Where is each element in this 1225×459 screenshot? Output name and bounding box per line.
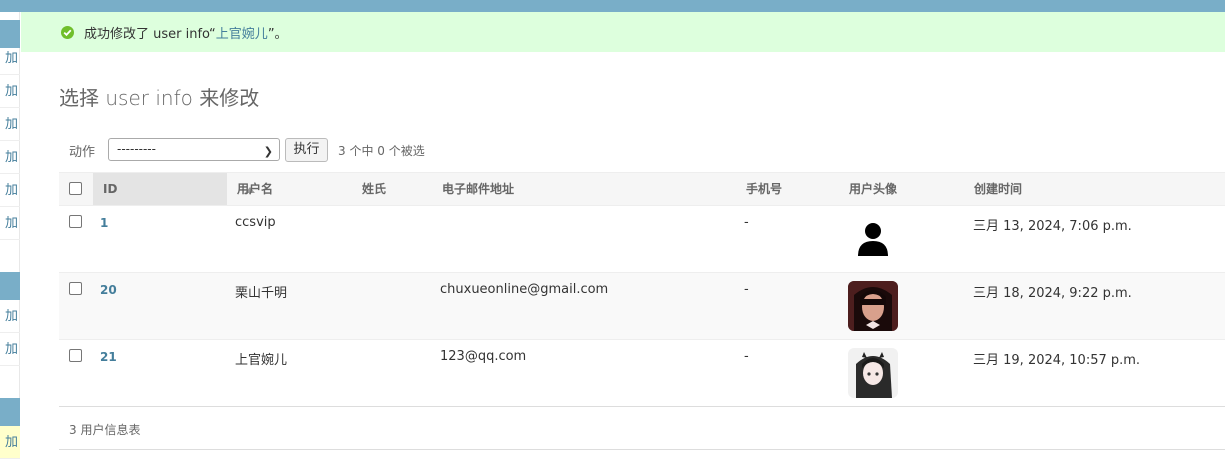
row-id-link[interactable]: 1 bbox=[100, 216, 108, 230]
created-cell: 三月 19, 2024, 10:57 p.m. bbox=[973, 353, 1141, 368]
go-button[interactable]: 执行 bbox=[285, 138, 328, 162]
table-row: 20 栗山千明 chuxueonline@gmail.com - 三月 18, … bbox=[59, 273, 1225, 340]
check-circle-icon bbox=[61, 26, 74, 39]
sidebar-add-link[interactable]: 加 bbox=[0, 174, 20, 207]
actions-bar: 动作 --------- ❯ 执行 3 个中 0 个被选 bbox=[59, 133, 1225, 167]
created-cell: 三月 18, 2024, 9:22 p.m. bbox=[973, 286, 1132, 301]
action-select[interactable]: --------- ❯ bbox=[108, 138, 280, 161]
column-header-phone[interactable]: 手机号 bbox=[746, 173, 782, 205]
phone-cell: - bbox=[744, 282, 749, 297]
table-header: ID 用户名 姓氏 电子邮件地址 手机号 用户头像 创建时间 bbox=[59, 172, 1225, 206]
chevron-down-icon: ❯ bbox=[263, 145, 273, 158]
email-cell: chuxueonline@gmail.com bbox=[440, 282, 609, 297]
email-cell: 123@qq.com bbox=[440, 349, 527, 364]
row-checkbox[interactable] bbox=[69, 282, 82, 295]
success-message-text: 成功修改了 user info“上官婉儿”。 bbox=[84, 27, 288, 42]
sidebar-add-link[interactable]: 加 bbox=[0, 300, 20, 333]
paginator-row: 3 用户信息表 bbox=[59, 406, 1225, 450]
person-silhouette-icon bbox=[848, 214, 898, 264]
sidebar-add-link[interactable]: 加 bbox=[0, 426, 20, 459]
top-header-bar bbox=[0, 0, 1225, 12]
row-id-link[interactable]: 20 bbox=[100, 283, 117, 297]
changed-object-link[interactable]: 上官婉儿 bbox=[216, 27, 268, 42]
user-photo-avatar bbox=[848, 281, 898, 331]
sidebar-add-link[interactable]: 加 bbox=[0, 207, 20, 240]
table-row: 21 上官婉儿 123@qq.com - 三月 19, 2024, 10:57 … bbox=[59, 340, 1225, 407]
phone-cell: - bbox=[744, 215, 749, 230]
selection-counter: 3 个中 0 个被选 bbox=[338, 144, 425, 158]
created-cell: 三月 13, 2024, 7:06 p.m. bbox=[973, 219, 1132, 234]
column-header-username[interactable]: 用户名 bbox=[237, 173, 273, 205]
page-title: 选择 user info 来修改 bbox=[59, 86, 260, 110]
sidebar-add-link[interactable]: 加 bbox=[0, 75, 20, 108]
sidebar-add-link[interactable]: 加 bbox=[0, 141, 20, 174]
username-cell: 上官婉儿 bbox=[235, 353, 288, 368]
column-header-id[interactable]: ID bbox=[93, 173, 255, 205]
row-checkbox[interactable] bbox=[69, 215, 82, 228]
column-header-email[interactable]: 电子邮件地址 bbox=[442, 173, 514, 205]
sidebar-add-link[interactable]: 加 bbox=[0, 108, 20, 141]
sidebar-section-header bbox=[0, 398, 20, 426]
phone-cell: - bbox=[744, 349, 749, 364]
success-message: 成功修改了 user info“上官婉儿”。 bbox=[21, 12, 1225, 52]
username-cell: 栗山千明 bbox=[235, 286, 288, 301]
sidebar-add-link[interactable]: 加 bbox=[0, 333, 20, 366]
table-row: 1 ccsvip - 三月 13, 2024, 7:06 p.m. bbox=[59, 206, 1225, 273]
username-cell: ccsvip bbox=[235, 215, 276, 230]
select-all-checkbox[interactable] bbox=[69, 182, 82, 195]
sidebar-add-link[interactable]: 加 bbox=[0, 42, 20, 75]
sidebar: 加 加 加 加 加 加 加 加 加 bbox=[0, 12, 20, 459]
row-checkbox[interactable] bbox=[69, 349, 82, 362]
paginator-text: 3 用户信息表 bbox=[69, 423, 141, 437]
column-header-avatar[interactable]: 用户头像 bbox=[849, 173, 897, 205]
anime-avatar bbox=[848, 348, 898, 398]
row-id-link[interactable]: 21 bbox=[100, 350, 117, 364]
action-label: 动作 bbox=[69, 145, 96, 160]
column-header-last-name[interactable]: 姓氏 bbox=[362, 173, 386, 205]
column-header-created[interactable]: 创建时间 bbox=[974, 173, 1022, 205]
sidebar-section-header bbox=[0, 272, 20, 300]
